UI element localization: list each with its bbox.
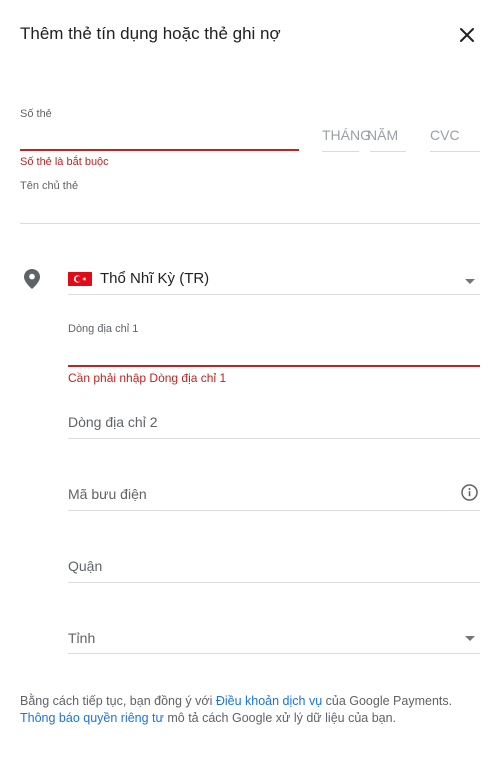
terms-text-3: mô tả cách Google xử lý dữ liệu của bạn. — [163, 711, 397, 725]
expiry-month-input[interactable]: THÁNG — [322, 127, 371, 143]
province-underline — [68, 653, 480, 654]
expiry-year-underline — [370, 151, 406, 152]
province-select[interactable]: Tỉnh — [68, 630, 95, 646]
address-line1-input[interactable] — [68, 337, 480, 365]
expiry-month-underline — [322, 151, 359, 152]
chevron-down-icon — [465, 279, 475, 284]
address-line1-underline — [68, 365, 480, 367]
expiry-year-input[interactable]: NĂM — [367, 127, 398, 143]
cardholder-underline — [20, 223, 480, 224]
card-number-underline — [20, 149, 299, 151]
card-number-error: Số thẻ là bắt buộc — [20, 156, 109, 168]
card-number-label: Số thẻ — [20, 108, 52, 120]
terms-text-1: Bằng cách tiếp tục, bạn đồng ý với — [20, 694, 216, 708]
address-line1-error: Cần phải nhập Dòng địa chỉ 1 — [68, 371, 227, 385]
address-line2-input[interactable]: Dòng địa chỉ 2 — [68, 414, 158, 430]
close-icon[interactable] — [456, 24, 478, 46]
privacy-notice-link[interactable]: Thông báo quyền riêng tư — [20, 711, 164, 725]
address-line2-underline — [68, 438, 480, 439]
address-line1-label: Dòng địa chỉ 1 — [68, 323, 139, 335]
cardholder-label: Tên chủ thẻ — [20, 180, 79, 192]
turkey-flag-icon — [68, 272, 92, 286]
info-icon[interactable] — [461, 484, 478, 506]
postal-code-input[interactable]: Mã bưu điện — [68, 486, 147, 502]
country-underline — [68, 294, 480, 295]
card-number-input[interactable] — [20, 122, 299, 148]
cvc-input[interactable]: CVC — [430, 127, 460, 143]
cvc-underline — [430, 151, 480, 152]
terms-text-2: của Google Payments. — [322, 694, 453, 708]
terms-of-service-link[interactable]: Điều khoản dịch vụ — [216, 694, 322, 708]
country-value: Thổ Nhĩ Kỳ (TR) — [100, 270, 210, 287]
cardholder-input[interactable] — [20, 194, 480, 222]
terms-notice: Bằng cách tiếp tục, bạn đồng ý với Điều … — [20, 693, 475, 727]
district-underline — [68, 582, 480, 583]
dialog-title: Thêm thẻ tín dụng hoặc thẻ ghi nợ — [20, 24, 281, 43]
chevron-down-icon — [465, 636, 475, 641]
district-input[interactable]: Quận — [68, 558, 102, 574]
location-pin-icon — [24, 269, 40, 294]
postal-code-underline — [68, 510, 480, 511]
